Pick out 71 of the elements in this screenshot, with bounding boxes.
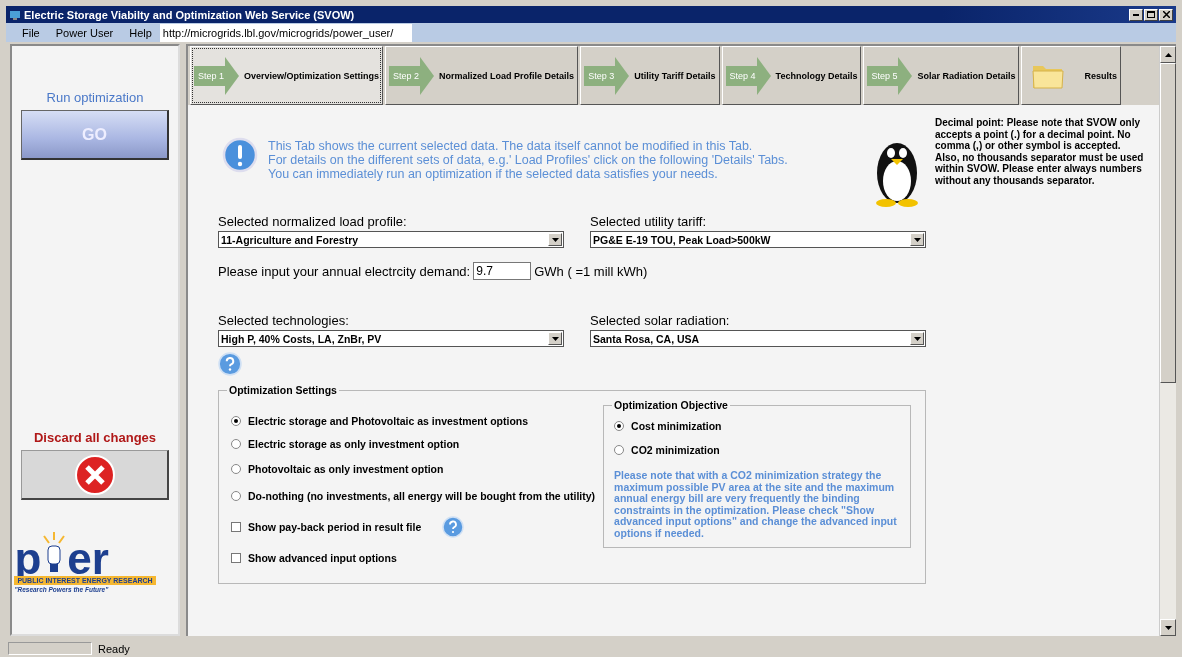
option-label: CO2 minimization	[631, 444, 720, 456]
dropdown-field[interactable]: 11-Agriculture and Forestry	[218, 231, 564, 248]
option-label: Cost minimization	[631, 420, 722, 432]
close-button[interactable]	[1159, 8, 1173, 21]
help-icon[interactable]	[218, 352, 242, 376]
radio-button[interactable]	[614, 445, 625, 455]
radio-button[interactable]	[231, 416, 241, 426]
step-tab[interactable]: Results	[1021, 46, 1121, 105]
minimize-button[interactable]	[1129, 8, 1143, 21]
maximize-icon	[1147, 11, 1155, 18]
run-optimization-label: Run optimization	[46, 90, 144, 105]
help-icon[interactable]	[442, 516, 465, 538]
logo-wordmark: er	[67, 540, 109, 576]
radio-button[interactable]	[231, 463, 241, 474]
dropdown-caret-icon	[551, 237, 559, 242]
dropdown-field[interactable]: High P, 40% Costs, LA, ZnBr, PV	[218, 330, 564, 347]
discard-button[interactable]	[21, 450, 169, 500]
radio-button[interactable]	[231, 491, 241, 501]
app-icon	[9, 8, 21, 21]
info-text: This Tab shows the current selected data. The data itself cannot be modified in this Tab. For details on the different sets of data, e.g.' Load Profiles' click on the following 'Details' Tabs. You can immediately run an optimization if the selected data satisfies your needs.	[268, 139, 789, 181]
menu-item[interactable]: Power User	[47, 26, 122, 39]
decimal-point-note: Decimal point: Please note that SVOW only accepts a point (.) for a decimal point. No comma (,) or other symbol is accepted. Also, no thousands separator must be used within SVOW. Please enter always numbers without any thousands separator.	[935, 117, 1145, 188]
maximize-button[interactable]	[1144, 8, 1158, 21]
scroll-down-icon[interactable]	[1164, 625, 1172, 630]
arrow-head-icon	[225, 56, 240, 95]
scroll-up-icon[interactable]	[1164, 52, 1172, 57]
address-field[interactable]: http://microgrids.lbl.gov/microgrids/power_user/	[159, 23, 412, 42]
option-label: Show pay-back period in result file	[248, 521, 422, 533]
option-label: Photovoltaic as only investment option	[248, 462, 444, 475]
close-icon	[1162, 11, 1170, 18]
menu-item[interactable]: File	[14, 26, 48, 39]
step-tab[interactable]: Step 4 Technology Details	[721, 46, 862, 105]
minimize-icon	[1133, 13, 1139, 16]
step-tab[interactable]: Step 1 Overview/Optimization Settings	[190, 46, 384, 105]
unit-label: GWh ( =1 mill kWh)	[534, 263, 648, 279]
dropdown-caret-icon	[913, 237, 921, 242]
checkbox[interactable]	[231, 553, 241, 563]
dropdown-field[interactable]: Santa Rosa, CA, USA	[590, 330, 926, 347]
demand-input[interactable]: 9.7	[473, 262, 532, 280]
dropdown-caret-icon	[551, 336, 559, 341]
field-label: Selected utility tariff:	[590, 214, 708, 229]
radio-button[interactable]	[231, 438, 241, 449]
info-icon	[222, 137, 258, 173]
discard-label: Discard all changes	[33, 430, 157, 445]
objective-note: Please note that with a CO2 minimization strategy the maximum possible PV area at the site and the maximum annual energy bill are very frequently the binding constraints in the optimization. Please check "Show advanced input options" and change the advanced input options if needed.	[614, 470, 898, 539]
field-label: Selected technologies:	[218, 313, 350, 328]
scrollbar[interactable]	[1159, 46, 1176, 636]
dropdown-field[interactable]: PG&E E-19 TOU, Peak Load>500kW	[590, 231, 926, 248]
close-icon	[73, 453, 116, 496]
field-label: Selected normalized load profile:	[218, 214, 408, 229]
group-title: Optimization Objective	[612, 399, 730, 411]
menu-item[interactable]: Help	[121, 26, 160, 39]
checkbox[interactable]	[231, 522, 241, 532]
step-tab[interactable]: Step 5 Solar Radiation Details	[863, 46, 1020, 105]
title-bar: Electric Storage Viabilty and Optimization Web Service (SVOW)	[6, 6, 1176, 23]
option-label: Electric storage and Photovoltaic as investment options	[248, 415, 529, 427]
group-title: Optimization Settings	[227, 384, 339, 396]
step-tab[interactable]: Step 2 Normalized Load Profile Details	[385, 46, 579, 105]
dropdown-caret-icon	[913, 336, 921, 341]
option-label: Do-nothing (no investments, all energy will be bought from the utility)	[248, 490, 596, 502]
option-label: Electric storage as only investment option	[248, 437, 460, 450]
demand-label: Please input your annual electrcity demand:	[218, 263, 471, 279]
step-tab[interactable]: Step 3 Utility Tariff Details	[580, 46, 720, 105]
status-text: Ready	[98, 642, 130, 655]
radio-button[interactable]	[614, 421, 625, 431]
arrow-head-icon	[756, 56, 771, 95]
option-label: Show advanced input options	[248, 552, 397, 564]
arrow-head-icon	[615, 56, 630, 95]
arrow-head-icon	[898, 56, 913, 95]
field-label: Selected solar radiation:	[590, 313, 731, 328]
arrow-head-icon	[420, 56, 435, 95]
